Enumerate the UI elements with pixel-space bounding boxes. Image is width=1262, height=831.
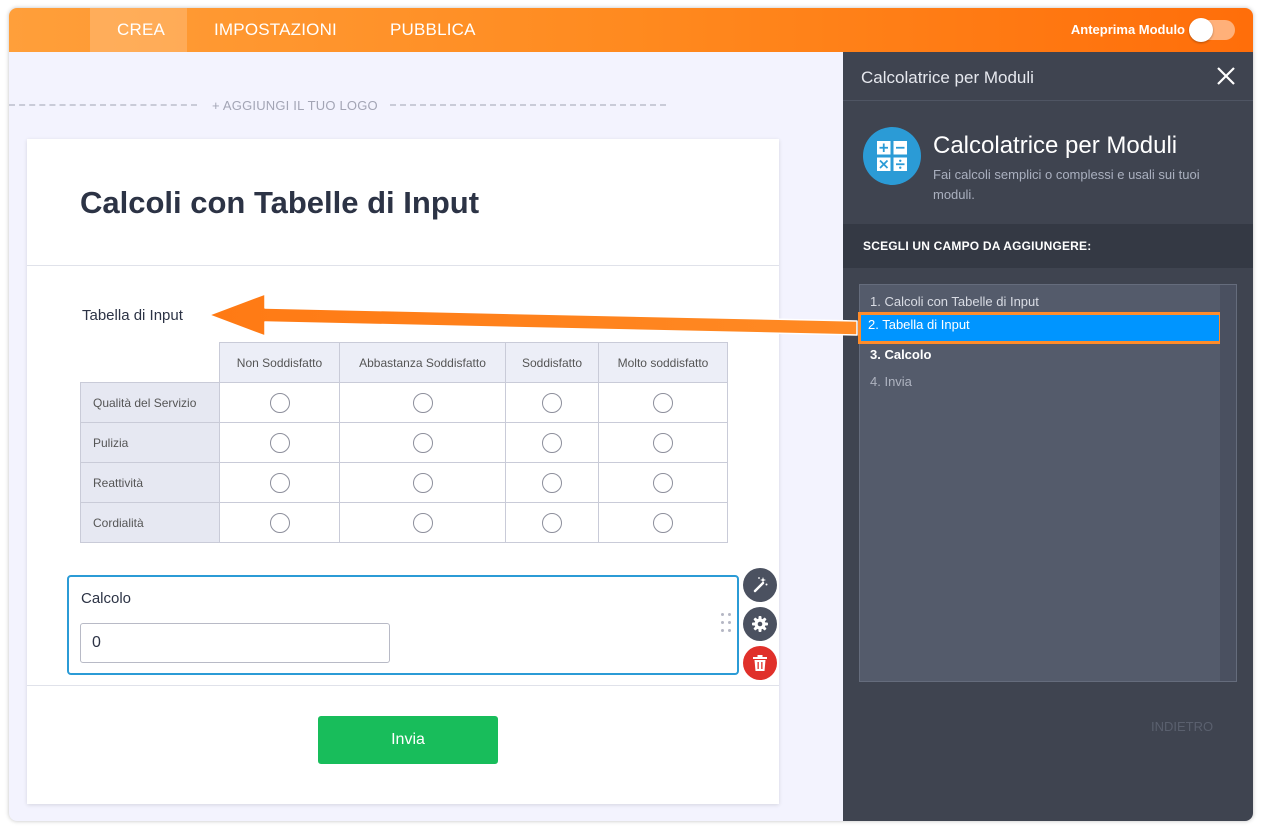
add-logo-link[interactable]: + AGGIUNGI IL TUO LOGO [212,98,378,113]
matrix-col-header: Non Soddisfatto [219,342,340,383]
delete-button[interactable] [743,646,777,680]
radio-button[interactable] [653,472,673,493]
radio-button[interactable] [542,512,562,533]
panel-title: Calcolatrice per Moduli [861,68,1034,87]
matrix-col-header: Abbastanza Soddisfatto [339,342,506,383]
matrix-corner [81,343,220,383]
radio-button[interactable] [412,392,433,413]
matrix-col-header: Molto soddisfatto [598,342,728,383]
matrix-row-header: Pulizia [80,422,220,463]
radio-button[interactable] [653,432,673,453]
radio-button[interactable] [412,472,433,493]
toggle-knob [1189,18,1213,42]
trash-icon [753,655,767,671]
app-description: Fai calcoli semplici o complessi e usali… [933,167,1200,202]
matrix-row-header: Qualità del Servizio [80,382,220,423]
header-divider [27,265,779,266]
radio-button[interactable] [269,392,290,413]
list-scrollbar[interactable] [1220,285,1236,681]
tab-impostazioni[interactable]: IMPOSTAZIONI [214,8,337,52]
calculator-icon [863,127,921,185]
submit-divider [27,685,779,686]
add-logo-row: + AGGIUNGI IL TUO LOGO [9,98,669,113]
back-button[interactable]: INDIETRO [1151,719,1213,734]
dashed-line-right [390,104,666,106]
radio-button[interactable] [653,392,673,413]
radio-button[interactable] [542,432,562,453]
matrix-row-header: Reattività [80,462,220,503]
input-table: Non Soddisfatto Abbastanza Soddisfatto S… [80,342,728,543]
dashed-line-left [9,104,197,106]
radio-button[interactable] [542,472,562,493]
app-name: Calcolatrice per Moduli [933,132,1178,159]
preview-toggle[interactable] [1189,18,1235,42]
settings-button[interactable] [743,607,777,641]
magic-wand-icon [753,577,768,593]
field-list: 1. Calcoli con Tabelle di Input 2. Tabel… [858,284,1237,682]
panel-header: Calcolatrice per Moduli [843,52,1253,101]
list-item-input-table[interactable]: 2. Tabella di Input [858,312,1222,344]
choose-field-header: SCEGLI UN CAMPO DA AGGIUNGERE: [843,224,1253,268]
calculation-field[interactable]: Calcolo 0 [67,575,739,675]
radio-button[interactable] [542,392,562,413]
tab-pubblica[interactable]: PUBBLICA [390,8,476,52]
gear-icon [752,616,768,632]
form-title[interactable]: Calcoli con Tabelle di Input [80,185,479,221]
radio-button[interactable] [269,472,290,493]
close-icon[interactable] [1215,65,1237,87]
calc-input[interactable]: 0 [80,623,390,663]
top-navbar: CREA IMPOSTAZIONI PUBBLICA Anteprima Mod… [9,8,1253,52]
app-window: CREA IMPOSTAZIONI PUBBLICA Anteprima Mod… [9,8,1253,821]
submit-button[interactable]: Invia [318,716,498,764]
form-card: Calcoli con Tabelle di Input Tabella di … [27,139,779,804]
matrix-label[interactable]: Tabella di Input [82,307,183,324]
radio-button[interactable] [412,432,433,453]
matrix-col-header: Soddisfatto [505,342,599,383]
drag-handle-icon[interactable] [721,613,733,637]
matrix-row-header: Cordialità [80,502,220,543]
radio-button[interactable] [269,512,290,533]
calculator-panel: Calcolatrice per Moduli Calcolatrice per… [843,52,1253,821]
wizard-button[interactable] [743,568,777,602]
radio-button[interactable] [653,512,673,533]
preview-label: Anteprima Modulo [1070,22,1185,37]
radio-button[interactable] [269,432,290,453]
calc-label[interactable]: Calcolo [81,590,131,607]
list-item-submit[interactable]: 4. Invia [860,369,1221,395]
tab-crea[interactable]: CREA [90,8,187,52]
list-item-calculation[interactable]: 3. Calcolo [860,342,1221,368]
radio-button[interactable] [412,512,433,533]
